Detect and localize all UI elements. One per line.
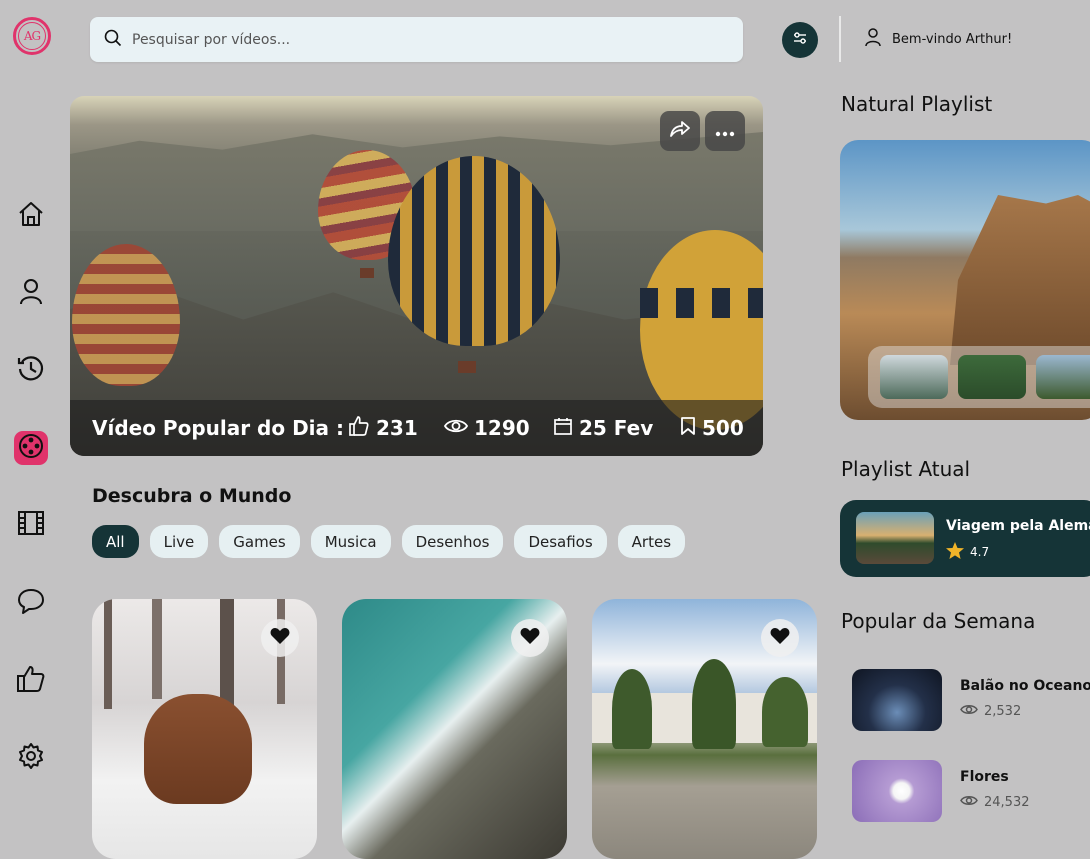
views-count: 24,532 xyxy=(984,795,1030,810)
balloon-left xyxy=(72,244,180,386)
user-icon xyxy=(16,276,46,310)
current-playlist-name: Viagem pela Alemanha xyxy=(946,518,1090,534)
star-icon xyxy=(946,542,964,562)
eye-icon xyxy=(960,794,978,811)
sliders-icon xyxy=(791,29,809,51)
sidebar-item-home[interactable] xyxy=(14,199,48,233)
share-button[interactable] xyxy=(660,111,700,151)
popular-views: 24,532 xyxy=(960,794,1030,811)
category-chips: All Live Games Musica Desenhos Desafios … xyxy=(92,525,686,558)
current-playlist-card[interactable]: Viagem pela Alemanha 4.7 xyxy=(840,500,1090,577)
home-icon xyxy=(16,199,46,233)
chip-musica[interactable]: Musica xyxy=(310,525,391,558)
favorite-button[interactable] xyxy=(511,619,549,657)
saves-count: 500 xyxy=(702,416,744,440)
sidebar-item-chat[interactable] xyxy=(14,586,48,620)
heart-icon xyxy=(520,627,540,649)
more-icon xyxy=(715,122,735,141)
chip-all[interactable]: All xyxy=(92,525,139,558)
balloon-center-basket xyxy=(458,361,476,373)
current-playlist-rating: 4.7 xyxy=(946,542,989,562)
current-playlist-title: Playlist Atual xyxy=(841,457,971,481)
hero-video[interactable]: Vídeo Popular do Dia : 231 1290 25 Fev 5… xyxy=(70,96,763,456)
sidebar-item-reels[interactable] xyxy=(14,431,48,465)
playlist-thumb-2[interactable] xyxy=(958,355,1026,399)
views-count: 2,532 xyxy=(984,704,1022,719)
playlist-thumb-3[interactable] xyxy=(1036,355,1090,399)
saves-stat[interactable]: 500 xyxy=(680,416,744,441)
chip-games[interactable]: Games xyxy=(219,525,300,558)
natural-playlist-title: Natural Playlist xyxy=(841,92,993,116)
popular-title: Flores xyxy=(960,769,1009,785)
popular-thumbnail xyxy=(852,760,942,822)
eye-icon xyxy=(443,416,469,440)
video-card-2[interactable] xyxy=(342,599,567,859)
date-value: 25 Fev xyxy=(579,416,654,440)
popular-item[interactable]: Balão no Oceano 2,532 xyxy=(852,669,1090,731)
welcome-text: Bem-vindo Arthur! xyxy=(892,31,1013,47)
likes-count: 231 xyxy=(376,416,418,440)
search-icon xyxy=(104,29,122,51)
gear-icon xyxy=(16,741,46,775)
share-icon xyxy=(670,120,690,142)
popular-week-title: Popular da Semana xyxy=(841,609,1036,633)
user-icon xyxy=(864,27,882,51)
logo-text: AG xyxy=(18,22,46,50)
views-stat: 1290 xyxy=(443,416,530,440)
popular-item[interactable]: Flores 24,532 xyxy=(852,760,1090,822)
chip-desenhos[interactable]: Desenhos xyxy=(401,525,504,558)
sidebar-item-films[interactable] xyxy=(14,508,48,542)
chip-desafios[interactable]: Desafios xyxy=(514,525,607,558)
calendar-icon xyxy=(553,416,573,441)
film-reel-icon xyxy=(18,433,44,463)
favorite-button[interactable] xyxy=(261,619,299,657)
bookmark-icon xyxy=(680,416,696,441)
search-input[interactable] xyxy=(130,30,694,49)
playlist-thumbnails xyxy=(868,346,1090,408)
video-card-1[interactable] xyxy=(92,599,317,859)
popular-title: Balão no Oceano xyxy=(960,678,1090,694)
sidebar-item-settings[interactable] xyxy=(14,741,48,775)
film-strip-icon xyxy=(16,508,46,542)
discover-title: Descubra o Mundo xyxy=(92,485,292,507)
app-logo[interactable]: AG xyxy=(13,17,51,55)
sidebar-item-likes[interactable] xyxy=(14,664,48,698)
thumbs-up-icon xyxy=(348,415,370,442)
search-bar[interactable] xyxy=(90,17,743,62)
popular-views: 2,532 xyxy=(960,703,1021,720)
cow-figure xyxy=(144,694,252,804)
chip-artes[interactable]: Artes xyxy=(617,525,686,558)
sidebar-item-profile[interactable] xyxy=(14,276,48,310)
hero-label: Vídeo Popular do Dia : xyxy=(92,416,344,440)
hero-stats-bar: Vídeo Popular do Dia : 231 1290 25 Fev 5… xyxy=(70,400,763,456)
playlist-thumb-1[interactable] xyxy=(880,355,948,399)
likes-stat[interactable]: 231 xyxy=(348,415,418,442)
thumbs-up-icon xyxy=(15,663,47,699)
filter-button[interactable] xyxy=(782,22,818,58)
date-stat: 25 Fev xyxy=(553,416,653,441)
balloon-back-basket xyxy=(360,268,374,278)
more-button[interactable] xyxy=(705,111,745,151)
heart-icon xyxy=(270,627,290,649)
history-icon xyxy=(16,353,46,387)
header-divider xyxy=(839,16,841,62)
chip-live[interactable]: Live xyxy=(149,525,209,558)
eye-icon xyxy=(960,703,978,720)
sidebar-item-history[interactable] xyxy=(14,353,48,387)
popular-thumbnail xyxy=(852,669,942,731)
views-count: 1290 xyxy=(474,416,530,440)
heart-icon xyxy=(770,627,790,649)
video-card-3[interactable] xyxy=(592,599,817,859)
favorite-button[interactable] xyxy=(761,619,799,657)
user-menu[interactable]: Bem-vindo Arthur! xyxy=(864,27,1012,51)
rating-value: 4.7 xyxy=(970,545,990,559)
chat-icon xyxy=(16,586,46,620)
current-playlist-thumbnail xyxy=(856,512,934,564)
